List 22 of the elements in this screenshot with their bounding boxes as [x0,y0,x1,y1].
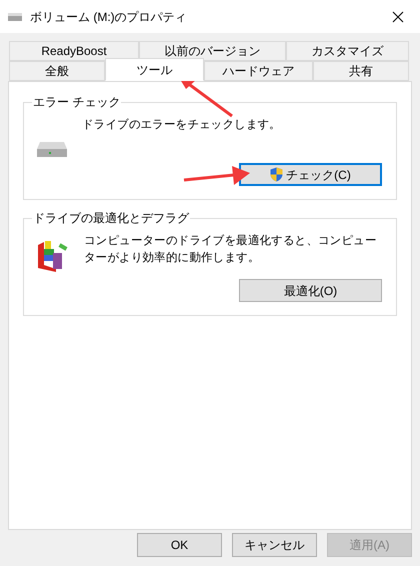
group-title: エラー チェック [32,94,122,110]
tab[interactable]: 共有 [313,61,409,81]
defrag-icon [36,239,70,273]
description-text: コンピューターのドライブを最適化すると、コンピューターがより効率的に動作します。 [84,233,378,266]
tab[interactable]: ハードウェア [204,61,313,81]
shield-icon [270,167,284,182]
tab[interactable]: 全般 [9,61,105,81]
tab[interactable]: 以前のバージョン [139,41,286,61]
tab[interactable]: ReadyBoost [9,41,139,61]
tab[interactable]: ツール [105,58,204,81]
optimize-button[interactable]: 最適化(O) [239,279,382,302]
close-icon[interactable] [392,10,404,22]
dialog-button[interactable]: OK [137,533,222,557]
annotation-arrow [184,166,250,185]
drive-icon [8,12,22,20]
tab[interactable]: カスタマイズ [286,41,409,61]
description-text: ドライブのエラーをチェックします。 [82,118,282,133]
drive-icon [36,141,68,159]
window-title: ボリューム (M:)のプロパティ [30,8,188,26]
dialog-button[interactable]: キャンセル [232,533,317,557]
check-button[interactable]: チェック(C) [239,163,382,186]
group-title: ドライブの最適化とデフラグ [32,210,190,226]
